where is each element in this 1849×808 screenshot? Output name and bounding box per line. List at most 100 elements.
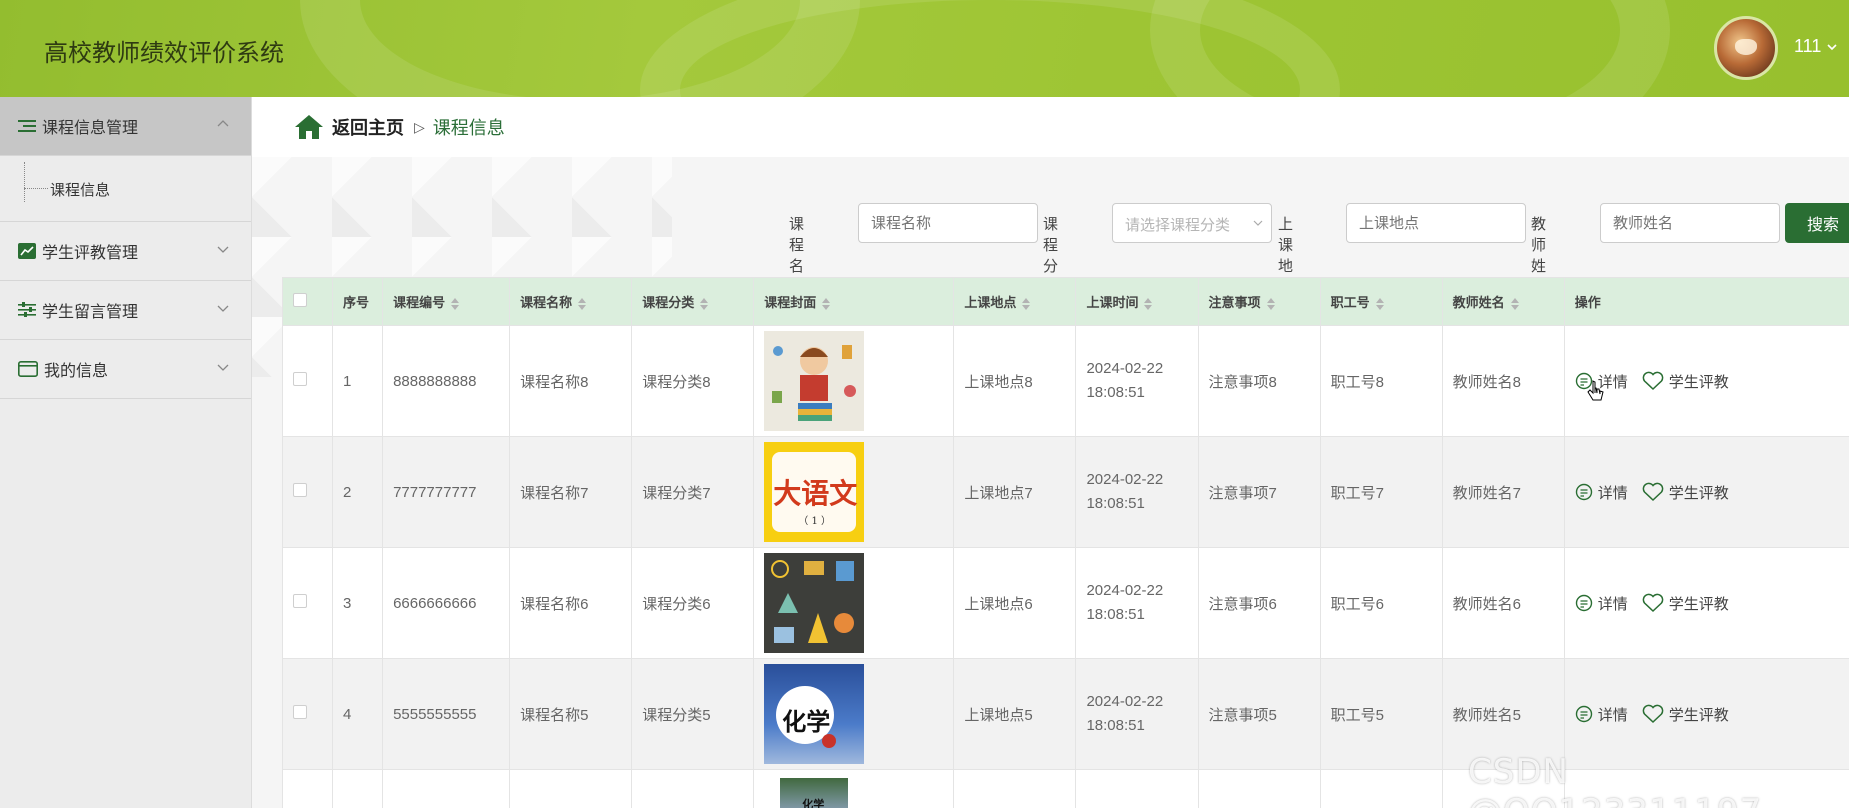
evaluate-label: 学生评教 (1668, 706, 1729, 724)
detail-icon (1575, 705, 1592, 723)
sort-icon[interactable] (1266, 297, 1275, 310)
evaluate-button[interactable]: 学生评教 (1642, 593, 1729, 614)
detail-button[interactable]: 详情 (1575, 482, 1628, 503)
header-teacher[interactable]: 教师姓名 (1441, 277, 1565, 326)
row-select-cell (281, 658, 334, 770)
cell-category: 课程分类7 (631, 436, 755, 548)
course-cover-image[interactable] (764, 553, 865, 653)
cell-notes: 注意事项5 (1197, 658, 1321, 770)
sidebar-item-course-management[interactable]: 课程信息管理 (0, 97, 251, 156)
row-select-cell (281, 547, 334, 659)
heart-icon (1642, 371, 1664, 391)
cell-actions: 详情 学生评教 (1563, 547, 1849, 659)
location-input[interactable] (1346, 203, 1526, 243)
detail-button[interactable]: 详情 (1575, 704, 1628, 725)
cell-index: 1 (332, 325, 384, 437)
cell-cover: 化学 (753, 658, 955, 770)
header-location[interactable]: 上课地点 (953, 277, 1077, 326)
course-name-input[interactable] (858, 203, 1038, 243)
chevron-down-icon (217, 364, 229, 371)
cell-cover (753, 325, 955, 437)
breadcrumb-current: 课程信息 (432, 118, 505, 138)
evaluate-button[interactable]: 学生评教 (1642, 371, 1729, 392)
category-select[interactable]: 请选择课程分类 (1112, 203, 1272, 243)
sort-icon[interactable] (822, 297, 831, 310)
cover-illustration (764, 331, 865, 431)
heart-icon (1642, 593, 1664, 613)
evaluate-button[interactable]: 学生评教 (1642, 704, 1729, 725)
cell-time: 2024-02-22 18:08:51 (1075, 658, 1199, 770)
header-actions: 操作 (1563, 277, 1849, 326)
cell-staff-no: 职工号5 (1319, 658, 1443, 770)
header-label: 职工号 (1330, 295, 1370, 310)
evaluate-label: 学生评教 (1668, 484, 1729, 502)
sort-icon[interactable] (578, 297, 587, 310)
course-cover-image[interactable]: 大语文 （ 1 ） (764, 442, 865, 542)
header-course-code[interactable]: 课程编号 (382, 277, 511, 326)
cell-location: 上课地点8 (953, 325, 1077, 437)
detail-button[interactable]: 详情 (1575, 593, 1628, 614)
breadcrumb-home[interactable]: 返回主页 (332, 114, 404, 140)
evaluate-button[interactable]: 学生评教 (1642, 482, 1729, 503)
header-label: 上课时间 (1086, 295, 1139, 310)
header-notes[interactable]: 注意事项 (1197, 277, 1321, 326)
sidebar-item-student-messages[interactable]: 学生留言管理 (0, 281, 251, 340)
cell-time: 2024-02-22 18:08:51 (1075, 436, 1199, 548)
time-date: 2024-02-22 (1086, 693, 1164, 710)
header-staff-no[interactable]: 职工号 (1319, 277, 1443, 326)
table-row: 1 8888888888 课程名称8 课程分类8 上课地点8 2024-02-2… (281, 325, 1849, 437)
table-row: 2 7777777777 课程名称7 课程分类7 大语文 （ 1 ） 上课地点7… (281, 436, 1849, 548)
sort-icon[interactable] (1022, 297, 1031, 310)
header-decoration (1150, 0, 1670, 97)
row-checkbox[interactable] (293, 483, 307, 497)
username: 111 (1794, 36, 1822, 56)
sort-icon[interactable] (700, 297, 709, 310)
cell-index: 3 (332, 547, 384, 659)
time-date: 2024-02-22 (1086, 582, 1164, 599)
header-category[interactable]: 课程分类 (631, 277, 755, 326)
sidebar-item-label: 我的信息 (44, 363, 109, 380)
sort-icon[interactable] (1375, 297, 1384, 310)
sidebar-item-student-evaluation[interactable]: 学生评教管理 (0, 222, 251, 281)
cell-staff-no (1319, 769, 1443, 808)
course-cover-image[interactable] (764, 331, 865, 431)
home-icon[interactable] (294, 114, 324, 140)
cell-time (1075, 769, 1199, 808)
row-select-cell (281, 769, 334, 808)
cell-course-code (382, 769, 511, 808)
row-select-cell (281, 436, 334, 548)
cell-course-code: 5555555555 (382, 658, 511, 770)
sort-icon[interactable] (451, 297, 460, 310)
header-label: 注意事项 (1208, 295, 1261, 310)
row-select-cell (281, 325, 334, 437)
row-checkbox[interactable] (293, 594, 307, 608)
teacher-input[interactable] (1600, 203, 1780, 243)
row-checkbox[interactable] (293, 705, 307, 719)
sort-icon[interactable] (1144, 297, 1153, 310)
row-checkbox[interactable] (293, 372, 307, 386)
user-menu[interactable]: 111 (1794, 36, 1837, 57)
chevron-down-icon (217, 305, 229, 312)
top-header: 高校教师绩效评价系统 111 (0, 0, 1849, 97)
select-all-cell (281, 277, 334, 326)
cell-time: 2024-02-22 18:08:51 (1075, 547, 1199, 659)
avatar[interactable] (1714, 16, 1778, 80)
header-cover[interactable]: 课程封面 (753, 277, 955, 326)
breadcrumb: 返回主页 ▷ 课程信息 (252, 97, 1849, 157)
cell-location (953, 769, 1077, 808)
header-course-name[interactable]: 课程名称 (509, 277, 633, 326)
header-label: 课程编号 (393, 295, 446, 310)
search-button[interactable]: 搜索 (1785, 203, 1849, 243)
card-icon (18, 361, 38, 377)
sort-icon[interactable] (1510, 297, 1519, 310)
header-time[interactable]: 上课时间 (1075, 277, 1199, 326)
cell-notes: 注意事项7 (1197, 436, 1321, 548)
time-clock: 18:08:51 (1086, 717, 1145, 734)
select-all-checkbox[interactable] (293, 293, 307, 307)
sidebar-item-my-info[interactable]: 我的信息 (0, 340, 251, 399)
sidebar-subitem-course-info[interactable]: 课程信息 (50, 179, 110, 200)
cell-category: 课程分类6 (631, 547, 755, 659)
course-cover-image[interactable]: 化学 (780, 778, 849, 808)
chevron-down-icon (1827, 43, 1837, 50)
course-cover-image[interactable]: 化学 (764, 664, 865, 764)
